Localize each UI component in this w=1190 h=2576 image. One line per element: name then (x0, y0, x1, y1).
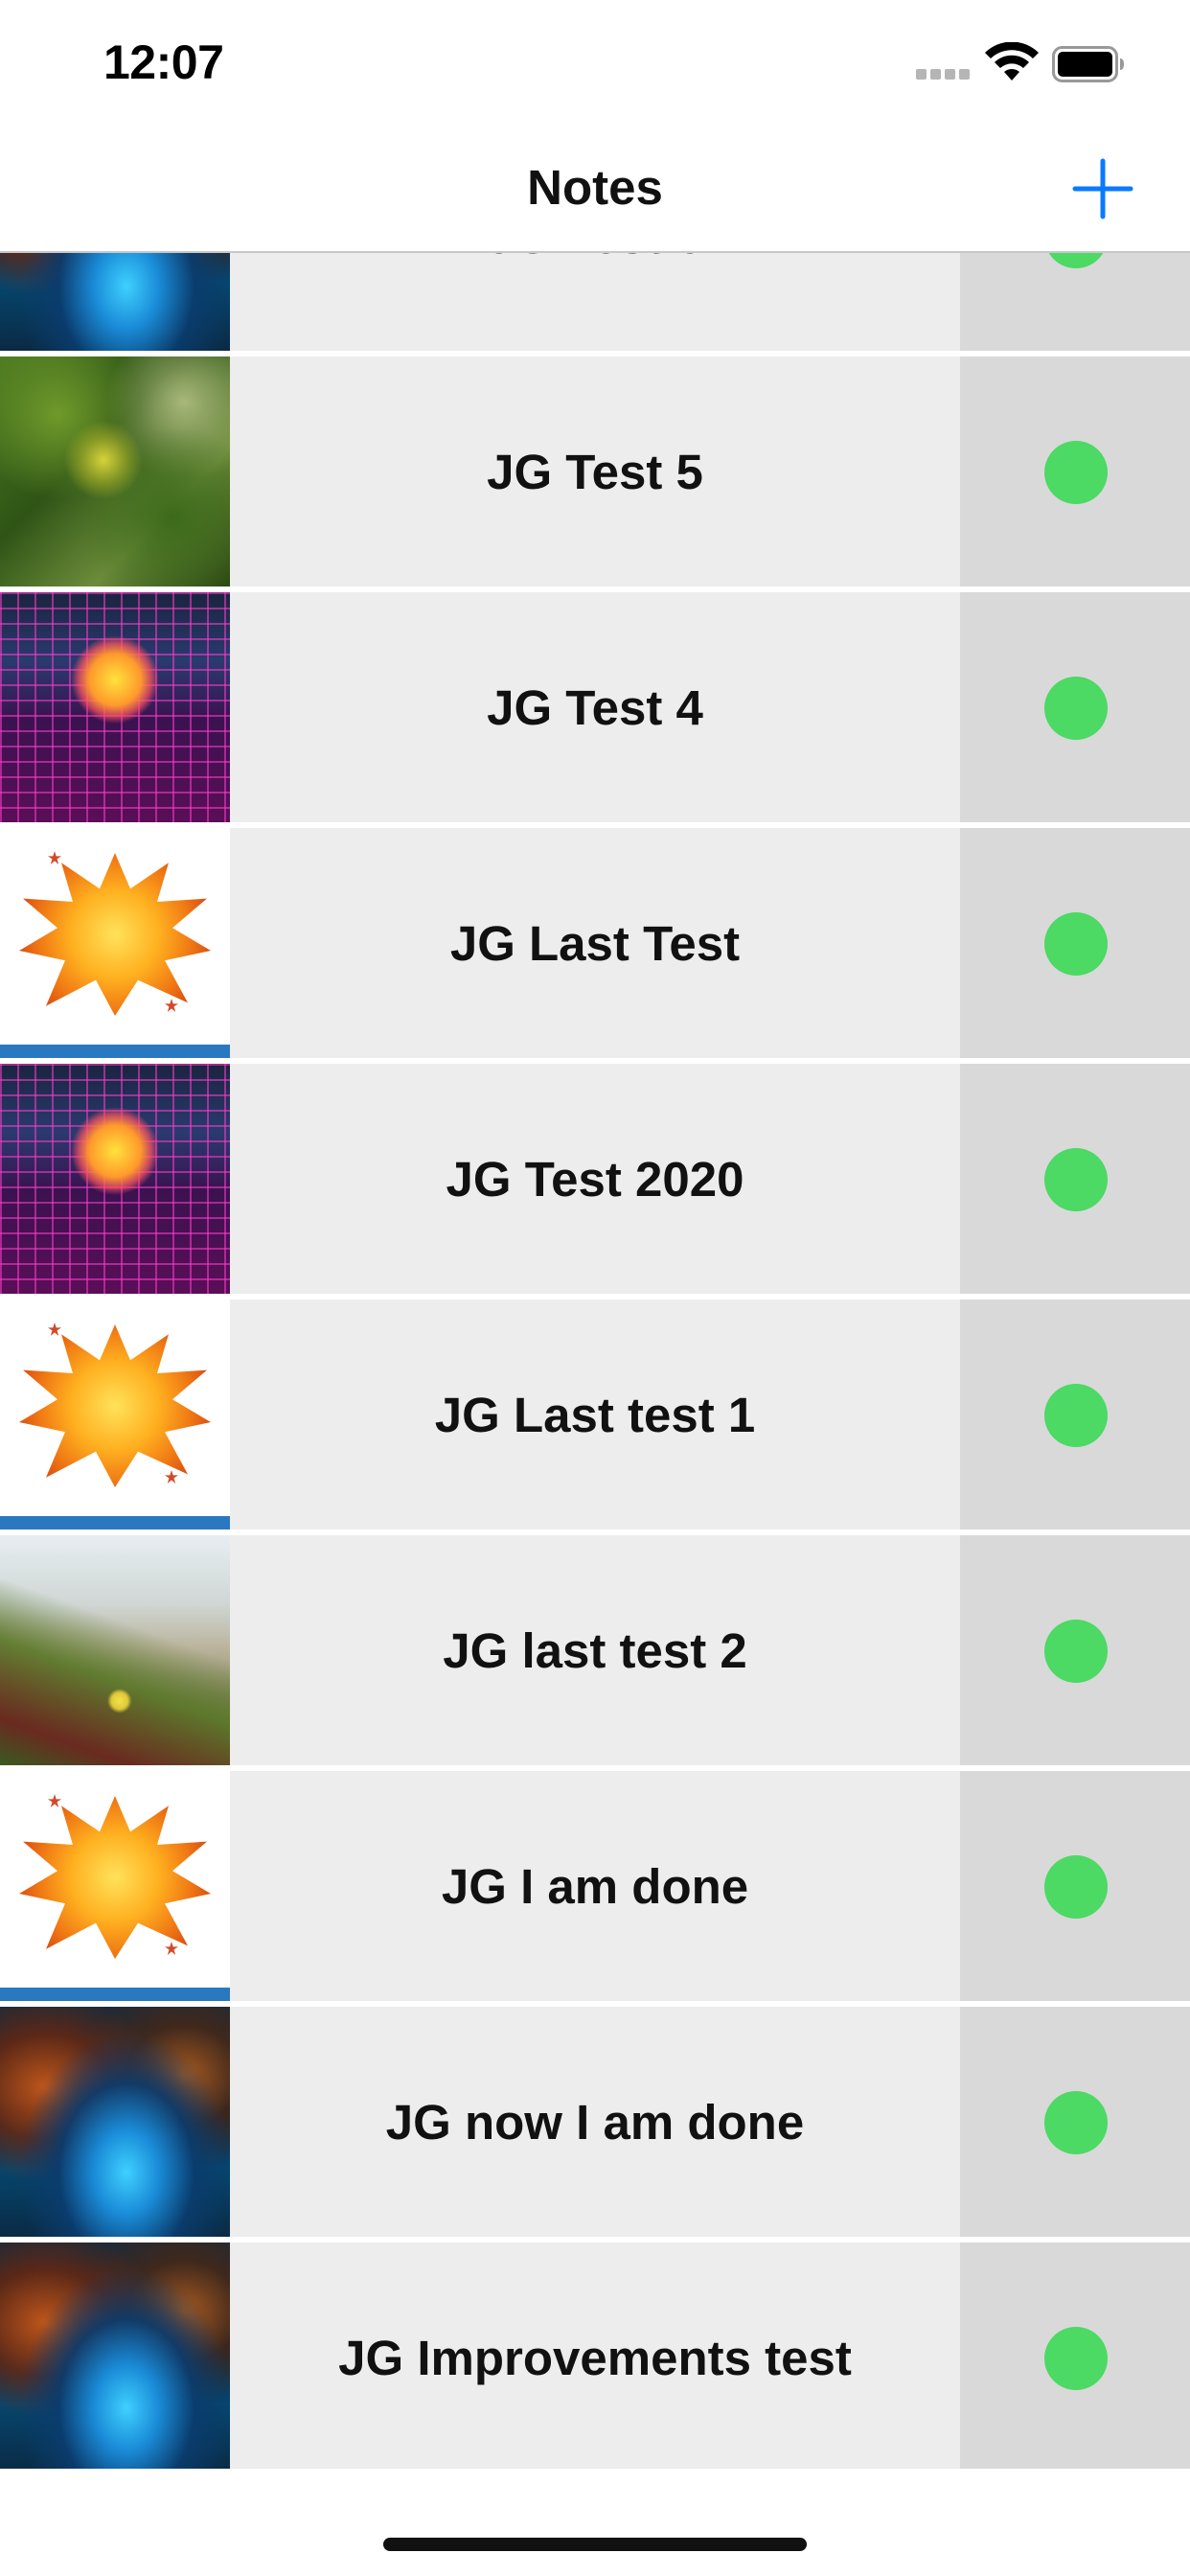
star-icon (48, 1322, 61, 1336)
note-row[interactable]: JG now I am done (0, 2007, 1190, 2237)
note-thumbnail (0, 828, 230, 1058)
status-indicator-dot (1044, 1855, 1108, 1919)
note-thumbnail (0, 1064, 230, 1294)
status-indicator-dot (1044, 441, 1108, 504)
status-time: 12:07 (103, 35, 224, 89)
page-title: Notes (527, 160, 663, 215)
burst-graphic (19, 1796, 211, 1959)
status-cell (960, 1300, 1190, 1530)
battery-icon (1052, 46, 1124, 82)
note-row[interactable]: JG Last Test (0, 828, 1190, 1058)
status-cell (960, 253, 1190, 351)
burst-graphic (19, 853, 211, 1016)
status-cell (960, 356, 1190, 586)
navigation-bar: Notes (0, 126, 1190, 253)
note-title: JG last test 2 (230, 1535, 960, 1765)
note-title: JG I am done (230, 1771, 960, 2001)
note-row[interactable]: JG I am done (0, 1771, 1190, 2001)
note-row[interactable]: JG Test 2020 (0, 1064, 1190, 1294)
footer-stripe (0, 1516, 230, 1530)
cellular-signal-icon (916, 69, 972, 82)
note-row[interactable]: JG Test 5 (0, 356, 1190, 586)
status-indicator-dot (1044, 677, 1108, 740)
burst-graphic (19, 1324, 211, 1487)
note-row[interactable]: JG Test 6 (0, 253, 1190, 351)
star-icon (48, 1794, 61, 1807)
notes-screen: 12:07 Notes JG Test 6JG Test 5JG Test 4J… (0, 0, 1190, 2576)
status-indicator-dot (1044, 1384, 1108, 1447)
status-cell (960, 828, 1190, 1058)
home-indicator[interactable] (383, 2538, 807, 2551)
status-bar: 12:07 (0, 0, 1190, 126)
note-row[interactable]: JG last test 2 (0, 1535, 1190, 1765)
status-indicator-dot (1044, 1148, 1108, 1211)
note-row[interactable]: JG Last test 1 (0, 1300, 1190, 1530)
note-title: JG Improvements test (230, 2242, 960, 2469)
status-indicator-dot (1044, 2327, 1108, 2390)
note-thumbnail (0, 592, 230, 822)
star-icon (165, 1942, 178, 1955)
note-thumbnail (0, 1300, 230, 1530)
wifi-icon (985, 42, 1039, 80)
status-cell (960, 592, 1190, 822)
note-thumbnail (0, 1535, 230, 1765)
status-cell (960, 2242, 1190, 2469)
status-indicator-dot (1044, 253, 1108, 268)
star-icon (165, 1470, 178, 1484)
note-title: JG Test 2020 (230, 1064, 960, 1294)
note-title: JG Test 6 (230, 253, 960, 351)
status-cell (960, 1771, 1190, 2001)
note-title: JG Test 5 (230, 356, 960, 586)
star-icon (165, 999, 178, 1012)
status-indicator-dot (1044, 912, 1108, 976)
add-note-button[interactable] (1069, 155, 1136, 222)
note-thumbnail (0, 1771, 230, 2001)
status-indicator-dot (1044, 2091, 1108, 2154)
note-row[interactable]: JG Test 4 (0, 592, 1190, 822)
note-thumbnail (0, 253, 230, 351)
status-cell (960, 2007, 1190, 2237)
status-cell (960, 1064, 1190, 1294)
star-icon (48, 851, 61, 864)
status-cell (960, 1535, 1190, 1765)
footer-stripe (0, 1988, 230, 2001)
footer-stripe (0, 1045, 230, 1058)
note-title: JG Test 4 (230, 592, 960, 822)
note-row[interactable]: JG Improvements test (0, 2242, 1190, 2469)
note-title: JG now I am done (230, 2007, 960, 2237)
status-indicator-dot (1044, 1620, 1108, 1683)
note-title: JG Last test 1 (230, 1300, 960, 1530)
note-thumbnail (0, 2007, 230, 2237)
note-thumbnail (0, 2242, 230, 2469)
note-thumbnail (0, 356, 230, 586)
notes-list[interactable]: JG Test 6JG Test 5JG Test 4JG Last TestJ… (0, 253, 1190, 2469)
note-title: JG Last Test (230, 828, 960, 1058)
